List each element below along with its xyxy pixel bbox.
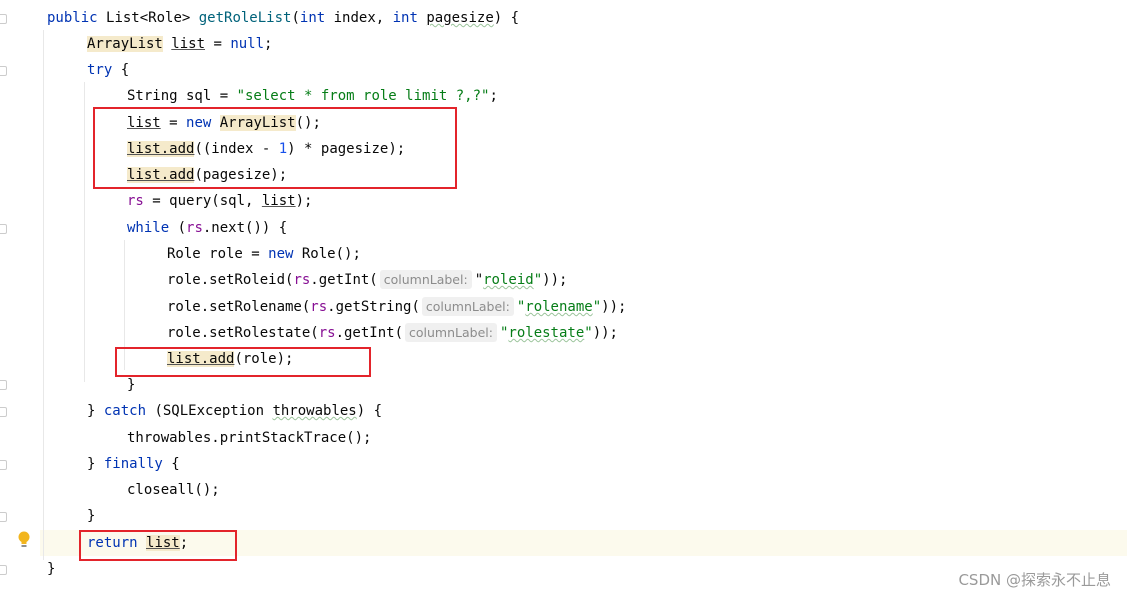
code-token: } <box>87 403 104 419</box>
code-token: int <box>392 10 427 26</box>
code-token: ) { <box>493 10 520 26</box>
code-line[interactable]: role.setRolestate(rs.getInt(columnLabel:… <box>167 320 618 346</box>
code-token: { <box>120 62 130 78</box>
code-token: (SQLException <box>154 403 273 419</box>
code-token: )); <box>601 299 627 315</box>
code-token: )); <box>542 272 568 288</box>
code-line[interactable]: ArrayList list = null; <box>87 31 272 57</box>
code-token: index, <box>333 10 393 26</box>
lightbulb-icon[interactable] <box>18 531 30 548</box>
code-token: .getInt( <box>335 325 404 341</box>
watermark: CSDN @探索永不止息 <box>958 571 1111 589</box>
code-token: closeall(); <box>127 482 220 498</box>
code-line[interactable]: role.setRoleid(rs.getInt(columnLabel: "ro… <box>167 267 567 293</box>
code-token: public <box>47 10 107 26</box>
code-token: list <box>261 193 296 209</box>
code-line[interactable]: } <box>47 556 55 582</box>
code-token: finally <box>103 456 172 472</box>
code-token: rs <box>186 220 203 236</box>
code-token: } <box>87 508 96 524</box>
code-line[interactable]: try { <box>87 57 129 83</box>
code-token: } <box>47 561 56 577</box>
code-token: ; <box>489 88 498 104</box>
code-token: try <box>87 62 121 78</box>
code-token: role.setRolestate( <box>167 325 319 341</box>
code-token: throwables.printStackTrace(); <box>127 430 372 446</box>
code-line[interactable]: } catch (SQLException throwables) { <box>87 398 382 424</box>
fold-marker-icon[interactable] <box>0 66 7 76</box>
code-token: Role(); <box>301 246 361 262</box>
code-token: " <box>592 299 602 315</box>
code-token: rolestate <box>508 325 585 341</box>
code-line[interactable]: while (rs.next()) { <box>127 215 287 241</box>
code-token: " <box>584 325 593 341</box>
code-token: )); <box>592 325 618 341</box>
code-token: } <box>87 456 104 472</box>
code-line[interactable]: String sql = "select * from role limit ?… <box>127 83 498 109</box>
code-token: ( <box>177 220 187 236</box>
fold-marker-icon[interactable] <box>0 224 7 234</box>
code-token: ArrayList <box>87 36 163 52</box>
code-token: " <box>533 272 543 288</box>
code-token: .getInt( <box>310 272 378 288</box>
annotation-box <box>79 530 237 561</box>
code-token: { <box>171 456 180 472</box>
code-token: ) { <box>356 403 383 419</box>
fold-marker-icon[interactable] <box>0 512 7 522</box>
code-line[interactable]: rs = query(sql, list); <box>127 188 312 214</box>
fold-marker-icon[interactable] <box>0 407 7 417</box>
code-line[interactable]: public List<Role> getRoleList(int index,… <box>47 5 519 31</box>
indent-guide <box>84 82 85 382</box>
code-token: int <box>299 10 334 26</box>
code-token: role.setRoleid( <box>167 272 294 288</box>
editor-gutter <box>0 0 40 598</box>
code-token: while <box>127 220 178 236</box>
code-token: .next()) { <box>202 220 288 236</box>
code-line[interactable]: } <box>87 503 95 529</box>
code-token: = <box>205 36 231 52</box>
code-token: rs <box>318 325 336 341</box>
code-token: roleid <box>483 272 534 288</box>
code-token: String sql = <box>127 88 237 104</box>
code-token: " <box>516 299 526 315</box>
annotation-box <box>115 347 371 377</box>
code-token: rolename <box>525 299 593 315</box>
code-token: getRoleList <box>198 10 292 26</box>
annotation-box <box>93 107 457 189</box>
parameter-hint: columnLabel: <box>405 323 497 342</box>
code-line[interactable]: Role role = new Role(); <box>167 241 361 267</box>
code-token: ; <box>264 36 273 52</box>
code-token: " <box>474 272 484 288</box>
indent-guide <box>43 30 44 560</box>
code-token: null <box>230 36 265 52</box>
fold-marker-icon[interactable] <box>0 14 7 24</box>
code-token: ); <box>295 193 313 209</box>
code-token: ( <box>291 10 300 26</box>
code-token: list <box>171 36 206 52</box>
parameter-hint: columnLabel: <box>421 297 514 316</box>
code-line[interactable]: throwables.printStackTrace(); <box>127 425 371 451</box>
code-token: rs <box>293 272 311 288</box>
code-token: throwables <box>272 403 357 419</box>
fold-marker-icon[interactable] <box>0 565 7 575</box>
code-line[interactable]: } finally { <box>87 451 180 477</box>
code-token: } <box>127 377 136 393</box>
code-line[interactable]: role.setRolename(rs.getString(columnLabe… <box>167 294 626 320</box>
code-token: new <box>268 246 302 262</box>
code-token: List<Role> <box>106 10 199 26</box>
code-token: catch <box>103 403 155 419</box>
code-token: rs <box>310 299 328 315</box>
code-token: = query(sql, <box>143 193 262 209</box>
code-token: pagesize <box>426 10 494 26</box>
code-token: rs <box>127 193 144 209</box>
code-token: .getString( <box>327 299 420 315</box>
fold-marker-icon[interactable] <box>0 380 7 390</box>
code-token: "select * from role limit ?,?" <box>236 88 490 104</box>
fold-marker-icon[interactable] <box>0 460 7 470</box>
code-line[interactable]: closeall(); <box>127 477 220 503</box>
code-token: Role role = <box>167 246 269 262</box>
parameter-hint: columnLabel: <box>379 270 472 289</box>
code-token: role.setRolename( <box>167 299 311 315</box>
